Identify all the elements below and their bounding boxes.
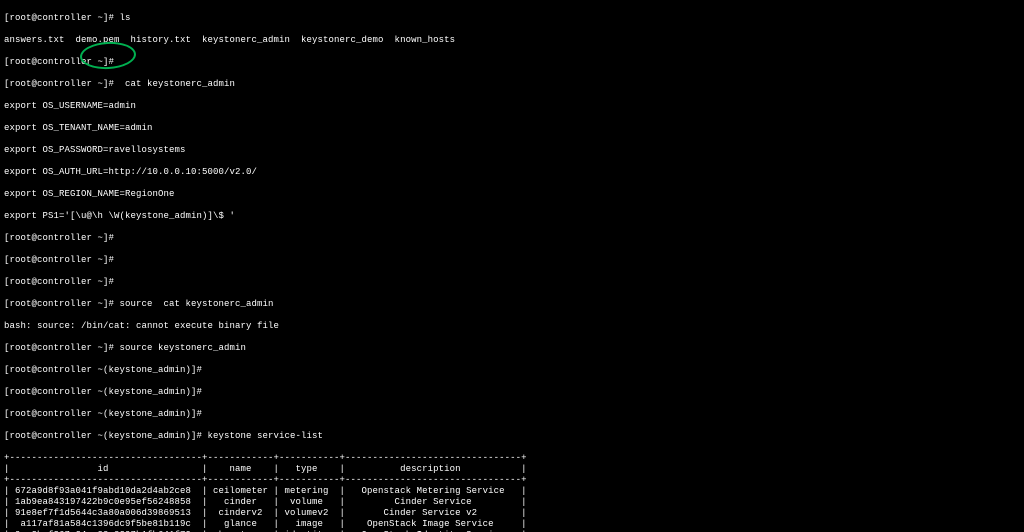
cat-command: [root@controller ~]# cat keystonerc_admi… (4, 79, 1020, 90)
export-line: export OS_AUTH_URL=http://10.0.0.10:5000… (4, 167, 1020, 178)
source-error: bash: source: /bin/cat: cannot execute b… (4, 321, 1020, 332)
prompt: [root@controller ~(keystone_admin)]# (4, 387, 1020, 398)
export-line: export OS_PASSWORD=ravellosystems (4, 145, 1020, 156)
export-line: export PS1='[\u@\h \W(keystone_admin)]\$… (4, 211, 1020, 222)
ls-output: answers.txt demo.pem history.txt keyston… (4, 35, 1020, 46)
prompt: [root@controller ~(keystone_admin)]# (4, 409, 1020, 420)
service-list-command: [root@controller ~(keystone_admin)]# key… (4, 431, 1020, 442)
prompt: [root@controller ~]# (4, 233, 1020, 244)
prompt: [root@controller ~]# (4, 57, 1020, 68)
prompt: [root@controller ~]# (4, 277, 1020, 288)
prompt: [root@controller ~(keystone_admin)]# (4, 365, 1020, 376)
service-list-table: +-----------------------------------+---… (4, 453, 1020, 532)
export-line: export OS_REGION_NAME=RegionOne (4, 189, 1020, 200)
prompt: [root@controller ~]# (4, 255, 1020, 266)
source-command: [root@controller ~]# source keystonerc_a… (4, 343, 1020, 354)
terminal-output[interactable]: [root@controller ~]# ls answers.txt demo… (0, 0, 1024, 532)
source-command: [root@controller ~]# source cat keystone… (4, 299, 1020, 310)
export-line: export OS_TENANT_NAME=admin (4, 123, 1020, 134)
ls-command: [root@controller ~]# ls (4, 13, 1020, 24)
export-line: export OS_USERNAME=admin (4, 101, 1020, 112)
